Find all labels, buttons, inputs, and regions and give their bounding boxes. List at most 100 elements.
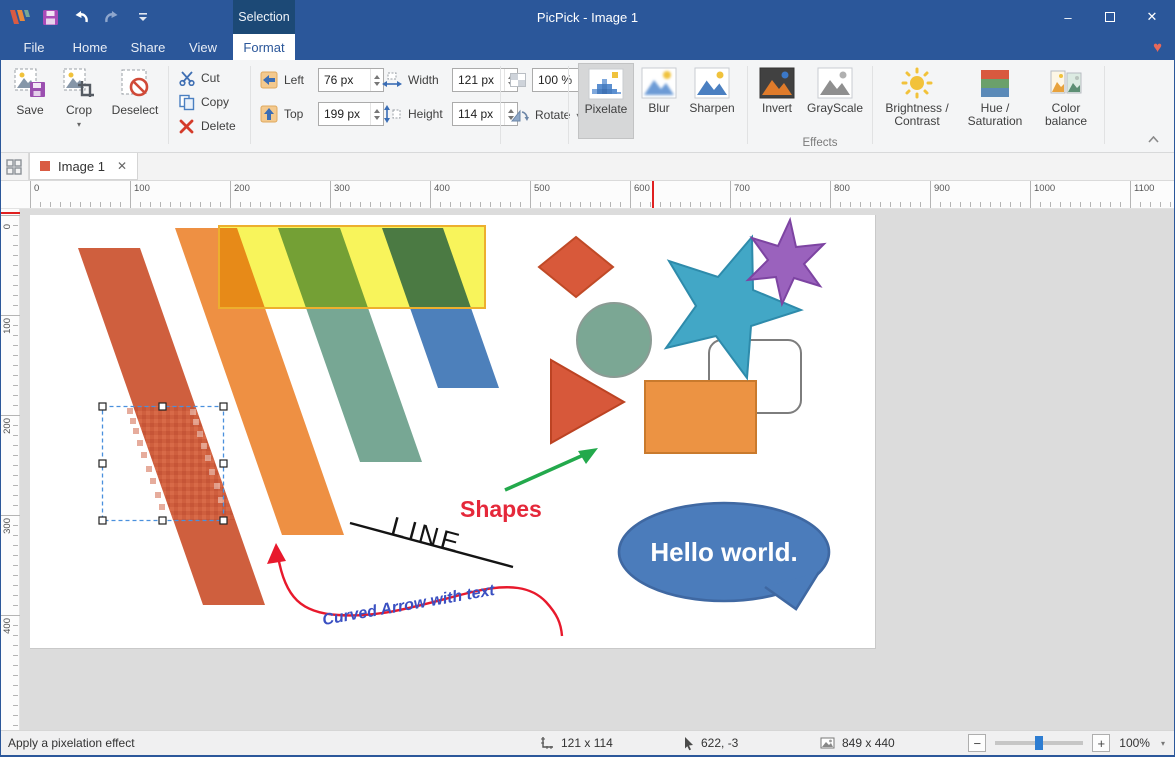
blur-label: Blur	[648, 102, 669, 115]
invert-label: Invert	[762, 102, 792, 115]
height-icon	[382, 105, 402, 123]
color-balance-label: Color balance	[1036, 102, 1096, 128]
copy-icon	[178, 94, 196, 111]
zoom-in-button[interactable]: +	[1092, 734, 1110, 752]
work-area: 0100200300400	[0, 209, 1175, 730]
rotate-button[interactable]: Rotate ▾	[510, 104, 580, 126]
window-layout-icon[interactable]	[0, 153, 29, 180]
tab-home[interactable]: Home	[64, 34, 116, 60]
cut-button[interactable]: Cut	[178, 67, 220, 89]
canvas-art: Shapes LINE Curved Arrow with text Hello…	[30, 215, 876, 649]
zoom-slider[interactable]	[995, 741, 1083, 745]
delete-button[interactable]: Delete	[178, 115, 236, 137]
maximize-button[interactable]	[1089, 0, 1131, 34]
scale-value[interactable]: 100 %	[533, 73, 582, 87]
zoom-level[interactable]: 100%	[1119, 736, 1150, 750]
six-point-star-shape	[748, 220, 824, 304]
crop-dropdown-icon[interactable]: ▾	[77, 120, 81, 129]
pixelate-label: Pixelate	[585, 103, 628, 116]
ruler-h-cursor-marker	[652, 181, 654, 208]
color-balance-button[interactable]: Color balance	[1036, 63, 1096, 139]
top-spinner[interactable]: 199 px	[318, 102, 384, 126]
left-spinner[interactable]: 76 px	[318, 68, 384, 92]
height-field-row: Height 114 px	[382, 103, 518, 125]
ruler-v-label: 300	[0, 515, 20, 555]
sharpen-button[interactable]: Sharpen	[684, 63, 740, 139]
pixelate-button[interactable]: Pixelate	[578, 63, 634, 139]
curved-arrow-head	[267, 543, 286, 564]
crop-icon	[62, 67, 96, 101]
ribbon-separator	[1104, 66, 1105, 144]
zoom-slider-thumb[interactable]	[1035, 736, 1043, 750]
status-image-size: 849 x 440	[820, 731, 895, 755]
width-value[interactable]: 121 px	[453, 73, 504, 87]
save-icon	[13, 67, 47, 101]
invert-icon	[759, 67, 795, 99]
top-value[interactable]: 199 px	[319, 107, 370, 121]
width-field-row: Width 121 px	[382, 69, 518, 91]
width-icon	[382, 72, 402, 88]
ruler-v-label: 0	[0, 215, 20, 255]
rotate-icon	[510, 108, 529, 123]
zoom-out-button[interactable]: −	[968, 734, 986, 752]
scale-icon	[510, 73, 526, 87]
rotate-label: Rotate	[535, 108, 570, 122]
color-balance-icon	[1049, 67, 1083, 99]
tab-close-icon[interactable]: ✕	[117, 159, 127, 173]
minimize-button[interactable]: –	[1047, 0, 1089, 34]
copy-label: Copy	[201, 95, 229, 109]
ruler-v-label: 400	[0, 615, 20, 655]
window-border-left	[0, 0, 1, 757]
height-spinner[interactable]: 114 px	[452, 102, 518, 126]
redo-icon[interactable]	[101, 6, 123, 28]
deselect-button[interactable]: Deselect	[106, 63, 164, 139]
document-tab-image1[interactable]: Image 1 ✕	[29, 153, 138, 180]
document-tab-strip: Image 1 ✕	[0, 153, 1175, 181]
height-value[interactable]: 114 px	[453, 107, 504, 121]
selection-size-icon	[540, 736, 554, 750]
curved-arrow-text: Curved Arrow with text	[321, 582, 497, 629]
heart-icon[interactable]: ♥	[1153, 34, 1162, 60]
ribbon-separator	[872, 66, 873, 144]
ruler-h-label: 300	[330, 181, 350, 208]
status-hint: Apply a pixelation effect	[8, 731, 135, 755]
zoom-caret-icon[interactable]: ▾	[1161, 739, 1165, 748]
document-tab-label: Image 1	[58, 159, 105, 174]
crop-button[interactable]: Crop ▾	[56, 63, 102, 139]
blur-button[interactable]: Blur	[638, 63, 680, 139]
tab-format[interactable]: Format	[233, 34, 295, 60]
save-quick-icon[interactable]	[39, 6, 61, 28]
circle-shape	[577, 303, 651, 377]
copy-button[interactable]: Copy	[178, 91, 229, 113]
tab-share[interactable]: Share	[122, 34, 174, 60]
top-icon	[260, 105, 278, 123]
brightness-contrast-button[interactable]: Brightness / Contrast	[880, 63, 954, 139]
picpick-logo-icon	[8, 6, 30, 28]
contextual-tab-selection: Selection	[233, 0, 295, 34]
collapse-ribbon-icon[interactable]	[1148, 132, 1159, 146]
left-icon	[260, 71, 278, 89]
tab-file[interactable]: File	[12, 34, 56, 60]
tab-view[interactable]: View	[180, 34, 226, 60]
zoom-controls: − + 100% ▾	[968, 731, 1165, 755]
hue-saturation-button[interactable]: Hue / Saturation	[958, 63, 1032, 139]
left-value[interactable]: 76 px	[319, 73, 370, 87]
save-button[interactable]: Save	[6, 63, 54, 139]
diamond-shape	[539, 237, 613, 297]
picpick-window: Selection PicPick - Image 1 – ✕ File Hom…	[0, 0, 1175, 757]
ruler-h-label: 600	[630, 181, 650, 208]
undo-icon[interactable]	[70, 6, 92, 28]
invert-button[interactable]: Invert	[754, 63, 800, 139]
crop-label: Crop	[66, 104, 92, 117]
left-label: Left	[284, 73, 312, 87]
close-button[interactable]: ✕	[1131, 0, 1173, 34]
grayscale-button[interactable]: GrayScale	[804, 63, 866, 139]
width-spinner[interactable]: 121 px	[452, 68, 518, 92]
image-canvas[interactable]: Shapes LINE Curved Arrow with text Hello…	[30, 215, 876, 649]
delete-label: Delete	[201, 119, 236, 133]
qat-customize-icon[interactable]	[132, 6, 154, 28]
deselect-label: Deselect	[112, 104, 159, 117]
status-selection-size: 121 x 114	[540, 731, 613, 755]
ruler-h-label: 200	[230, 181, 250, 208]
brightness-label: Brightness / Contrast	[880, 102, 954, 128]
